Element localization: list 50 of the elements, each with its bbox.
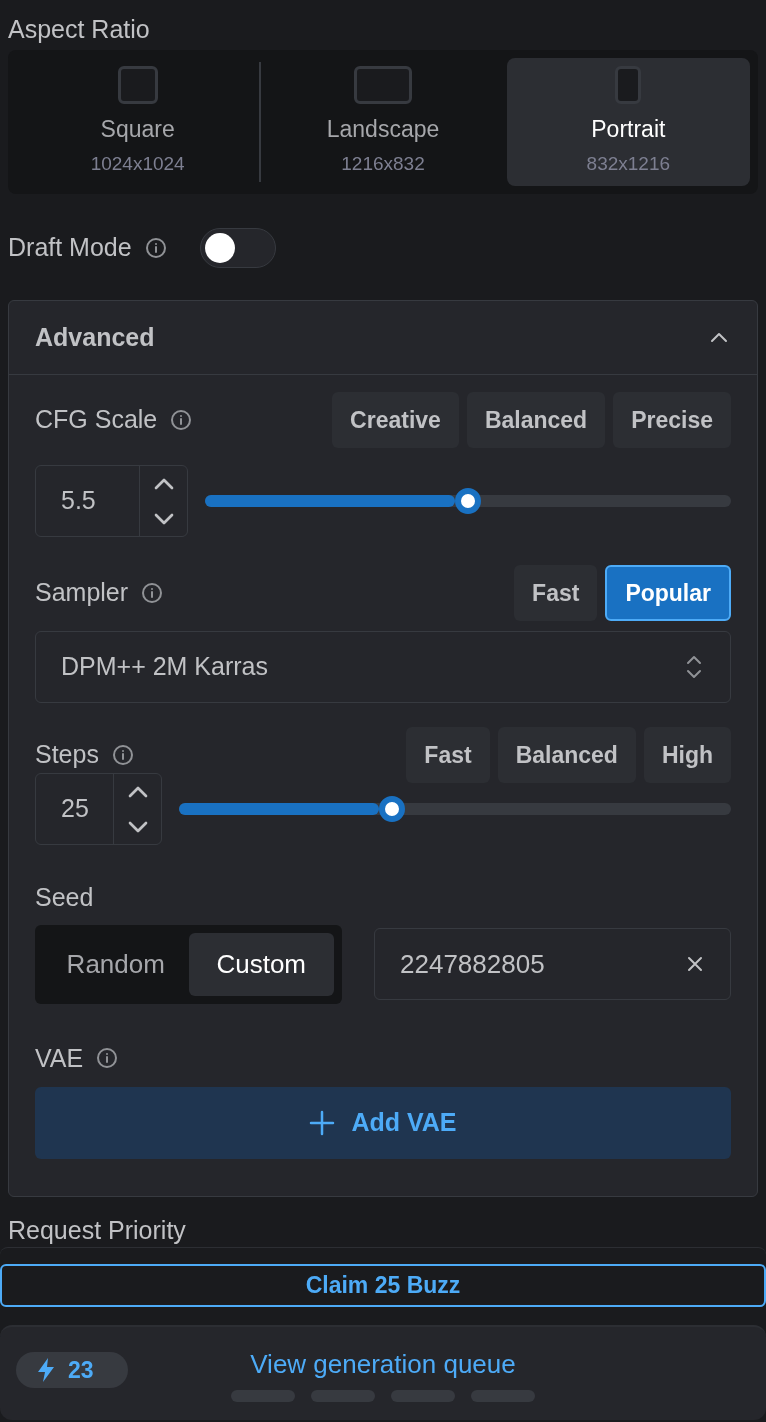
seed-mode-option[interactable]: Random <box>43 932 189 996</box>
field-label: Seed <box>35 882 94 913</box>
info-icon[interactable] <box>110 743 135 767</box>
aspect-option[interactable]: Square 1024x1024 <box>16 58 260 186</box>
toggle-switch[interactable] <box>199 228 276 268</box>
chevron-down-icon <box>129 822 146 831</box>
field-label: CFG Scale <box>35 404 158 436</box>
number-input[interactable]: 5.5 <box>35 465 188 537</box>
square-frame-icon <box>117 65 158 104</box>
info-icon[interactable] <box>143 236 168 260</box>
section-title: Request Priority <box>8 1215 187 1245</box>
aspect-option[interactable]: Portrait 832x1216 <box>506 58 750 186</box>
info-icon[interactable] <box>169 408 194 432</box>
portrait-frame-icon <box>615 65 642 104</box>
number-input[interactable]: 25 <box>35 773 162 845</box>
preset-button[interactable]: Precise <box>613 392 731 448</box>
preset-button[interactable]: Balanced <box>466 392 606 448</box>
info-icon[interactable] <box>95 1046 120 1071</box>
seed-input[interactable]: 2247882805 <box>374 928 731 1000</box>
buzz-badge: 23 <box>16 1352 128 1388</box>
slider-track[interactable] <box>179 796 731 822</box>
slider-thumb[interactable] <box>455 488 481 514</box>
close-icon[interactable] <box>685 954 705 974</box>
info-icon[interactable] <box>140 581 165 605</box>
aspect-option[interactable]: Landscape 1216x832 <box>261 58 505 186</box>
add-vae-button[interactable]: Add VAE <box>35 1087 731 1159</box>
preset-button[interactable]: Creative <box>332 392 459 448</box>
chevron-down-icon <box>155 514 172 523</box>
preset-button[interactable]: Fast <box>406 727 490 783</box>
seed-mode-option[interactable]: Custom <box>188 932 334 996</box>
field-label: Sampler <box>35 577 129 609</box>
field-label: Steps <box>35 739 99 771</box>
chevron-up-icon <box>129 787 146 796</box>
preset-button[interactable]: High <box>643 727 731 783</box>
landscape-frame-icon <box>354 65 412 104</box>
preset-button[interactable]: Balanced <box>497 727 636 783</box>
field-label: VAE <box>35 1042 84 1074</box>
chevron-up-icon <box>155 479 172 488</box>
field-label: Draft Mode <box>8 232 132 264</box>
lightning-icon <box>36 1357 56 1383</box>
slider-track[interactable] <box>205 488 731 514</box>
preset-button[interactable]: Popular <box>605 565 731 621</box>
plus-icon <box>309 1110 336 1136</box>
select-field[interactable]: DPM++ 2M Karras <box>35 631 731 703</box>
claim-button[interactable]: Claim 25 Buzz <box>0 1264 766 1307</box>
accordion-header[interactable]: Advanced <box>9 301 757 375</box>
preset-button[interactable]: Fast <box>514 565 598 621</box>
section-title: Aspect Ratio <box>8 14 151 45</box>
slider-thumb[interactable] <box>378 796 405 822</box>
queue-link[interactable]: View generation queue <box>250 1345 516 1384</box>
